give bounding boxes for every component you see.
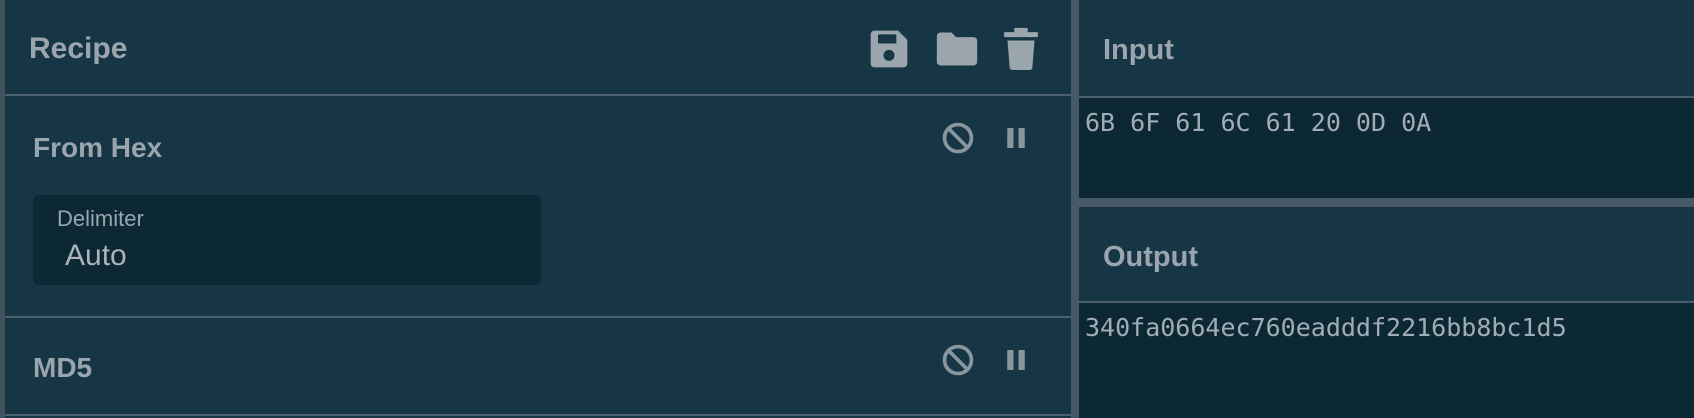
operation-md5[interactable]: MD5 <box>5 318 1071 416</box>
app-root: Recipe From Hex Delimiter Auto MD5 Input… <box>0 0 1694 418</box>
recipe-pane: Recipe From Hex Delimiter Auto MD5 <box>0 0 1071 418</box>
trash-icon[interactable] <box>1001 27 1041 71</box>
delimiter-value[interactable]: Auto <box>65 239 127 273</box>
pause-icon[interactable] <box>1001 343 1031 377</box>
output-title: Output <box>1103 241 1199 273</box>
pause-icon[interactable] <box>1001 121 1031 155</box>
input-pane: Input 6B 6F 61 6C 61 20 0D 0A <box>1079 0 1694 198</box>
io-divider[interactable] <box>1079 198 1694 207</box>
delimiter-field[interactable]: Delimiter Auto <box>33 195 541 285</box>
operation-title: MD5 <box>33 352 93 383</box>
disable-icon[interactable] <box>941 121 975 155</box>
output-header: Output <box>1079 207 1694 303</box>
operation-title: From Hex <box>33 132 163 163</box>
recipe-header: Recipe <box>5 0 1071 96</box>
output-textarea[interactable]: 340fa0664ec760eadddf2216bb8bc1d5 <box>1079 303 1694 418</box>
input-textarea[interactable]: 6B 6F 61 6C 61 20 0D 0A <box>1079 98 1694 198</box>
disable-icon[interactable] <box>941 343 975 377</box>
operation-from-hex[interactable]: From Hex Delimiter Auto <box>5 96 1071 318</box>
input-header: Input <box>1079 0 1694 98</box>
input-title: Input <box>1103 34 1174 66</box>
pane-divider[interactable] <box>1071 0 1079 418</box>
save-icon[interactable] <box>867 27 911 71</box>
output-pane: Output 340fa0664ec760eadddf2216bb8bc1d5 <box>1079 207 1694 418</box>
recipe-title: Recipe <box>29 32 128 65</box>
folder-icon[interactable] <box>933 27 981 71</box>
delimiter-label: Delimiter <box>57 206 144 231</box>
